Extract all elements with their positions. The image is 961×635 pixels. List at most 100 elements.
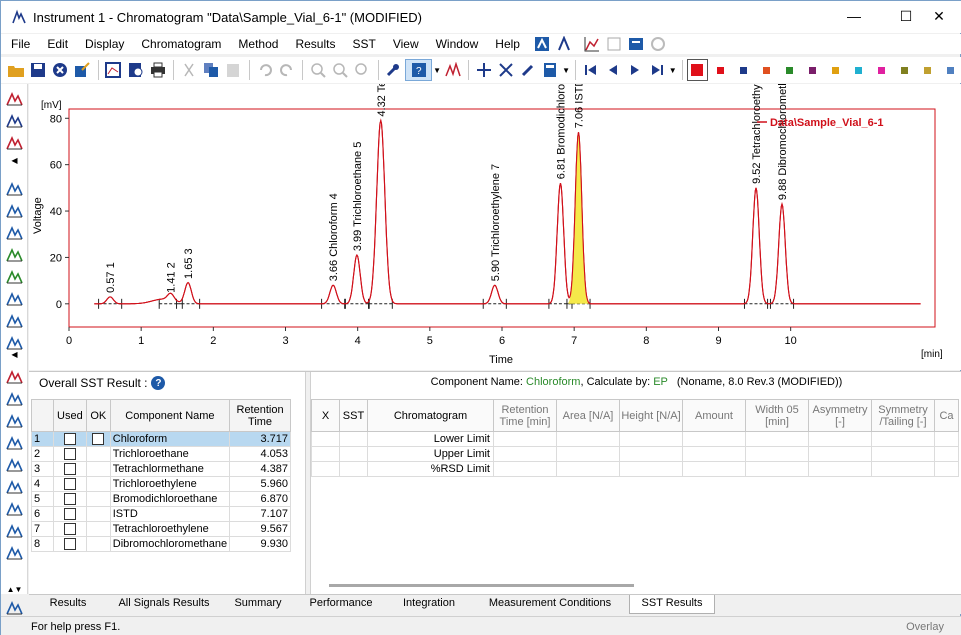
menu-results[interactable]: Results [285,37,342,51]
shoulder-icon[interactable] [5,455,24,474]
report-icon[interactable] [627,35,645,53]
zoom-in-icon[interactable] [307,59,328,81]
component-row[interactable]: 6 ISTD 7.107 [31,506,291,522]
record-icon[interactable] [649,35,667,53]
limit-row[interactable]: %RSD Limit [311,461,959,477]
tail-icon[interactable] [5,477,24,496]
used-checkbox[interactable] [52,461,87,477]
calculator-icon[interactable] [540,59,561,81]
component-name-cell[interactable]: Dibromochloromethane [109,536,231,552]
previous-icon[interactable] [602,59,623,81]
retention-time-cell[interactable]: 6.870 [229,491,291,507]
col-asymmetry[interactable]: Asymmetry [-] [808,399,872,432]
component-name-cell[interactable]: Trichloroethane [109,446,231,462]
save-icon[interactable] [27,59,48,81]
col-component-name[interactable]: Component Name [109,399,231,432]
preview-icon[interactable] [103,59,124,81]
used-checkbox[interactable] [52,521,87,537]
expand-icon[interactable] [495,59,516,81]
tab-summary[interactable]: Summary [221,595,295,614]
peak-start-icon[interactable] [5,201,24,220]
component-name-cell[interactable]: Trichloroethylene [109,476,231,492]
paste-icon[interactable] [223,59,244,81]
move-icon[interactable] [473,59,494,81]
normal-peak-icon[interactable] [5,289,24,308]
col-width05[interactable]: Width 05 [min] [745,399,809,432]
used-checkbox[interactable] [52,476,87,492]
menu-method[interactable]: Method [228,37,285,51]
print-preview-icon[interactable] [125,59,146,81]
limit-row[interactable]: Lower Limit [311,431,959,447]
ok-cell[interactable] [85,446,111,462]
retention-time-cell[interactable]: 9.930 [229,536,291,552]
color-swatch-2[interactable] [739,66,747,74]
menu-window[interactable]: Window [426,37,486,51]
wrench-icon[interactable] [383,59,404,81]
instrument-icon[interactable] [533,35,551,53]
limit-value-cell[interactable] [745,446,809,462]
retention-time-cell[interactable]: 4.387 [229,461,291,477]
minimize-button[interactable]: — [831,1,877,31]
x-cell[interactable] [311,431,340,447]
front-tangent-icon[interactable] [5,411,24,430]
remove-peak-icon[interactable] [5,367,24,386]
color-swatch-1[interactable] [716,66,724,74]
limit-value-cell[interactable] [934,431,959,447]
baseline-icon[interactable] [5,179,24,198]
method-icon[interactable] [555,35,573,53]
scroll-arrow-icon[interactable]: ◀ [5,349,24,359]
dropdown-arrow-icon[interactable]: ▼ [669,59,677,81]
ok-cell[interactable] [85,476,111,492]
open-folder-icon[interactable] [5,59,26,81]
undo-icon[interactable] [254,59,275,81]
merge-icon[interactable] [5,499,24,518]
peak-end-icon[interactable] [5,223,24,242]
component-row[interactable]: 1 Chloroform 3.717 [31,431,291,447]
limit-value-cell[interactable] [619,461,683,477]
add-negative-peak-icon[interactable] [5,267,24,286]
col-ok[interactable]: OK [85,399,111,432]
ok-cell[interactable] [85,536,111,552]
sst-cell[interactable] [339,461,368,477]
retention-time-cell[interactable]: 3.717 [229,431,291,447]
limit-value-cell[interactable] [556,431,620,447]
tab-integration[interactable]: Integration [387,595,471,614]
component-name-cell[interactable]: ISTD [109,506,231,522]
question-icon[interactable]: ? [151,376,166,390]
component-name-cell[interactable]: Tetrachloroethylene [109,521,231,537]
limit-value-cell[interactable] [556,446,620,462]
tab-results[interactable]: Results [29,595,107,614]
col-area[interactable]: Area [N/A] [556,399,620,432]
component-row[interactable]: 4 Trichloroethylene 5.960 [31,476,291,492]
retention-time-cell[interactable]: 5.960 [229,476,291,492]
component-name-cell[interactable]: Bromodichloroethane [109,491,231,507]
horizontal-scrollbar[interactable] [329,584,634,587]
color-swatch-6[interactable] [831,66,839,74]
component-row[interactable]: 5 Bromodichloroethane 6.870 [31,491,291,507]
col-used[interactable]: Used [52,399,87,432]
peak-edit-icon[interactable] [5,111,24,130]
limit-value-cell[interactable] [745,431,809,447]
peak-detect-icon[interactable] [5,89,24,108]
color-selected-swatch[interactable] [686,59,708,81]
retention-time-cell[interactable]: 4.053 [229,446,291,462]
sst-cell[interactable] [339,431,368,447]
zoom-fit-icon[interactable] [352,59,373,81]
peak-icon[interactable] [442,59,463,81]
color-swatch-9[interactable] [900,66,908,74]
menu-file[interactable]: File [1,37,37,51]
x-cell[interactable] [311,461,340,477]
tool-icon[interactable] [518,59,539,81]
menu-edit[interactable]: Edit [37,37,75,51]
component-name-cell[interactable]: Tetrachlormethane [109,461,231,477]
menu-view[interactable]: View [383,37,426,51]
dropdown-arrow-icon[interactable]: ▼ [562,59,570,81]
used-checkbox[interactable] [52,431,87,447]
limit-value-cell[interactable] [745,461,809,477]
limit-value-cell[interactable] [871,461,935,477]
ok-cell[interactable] [85,491,111,507]
zoom-out-icon[interactable] [330,59,351,81]
tab-performance[interactable]: Performance [295,595,387,614]
col-retention[interactable]: Retention Time [min] [493,399,557,432]
limit-value-cell[interactable] [682,461,746,477]
